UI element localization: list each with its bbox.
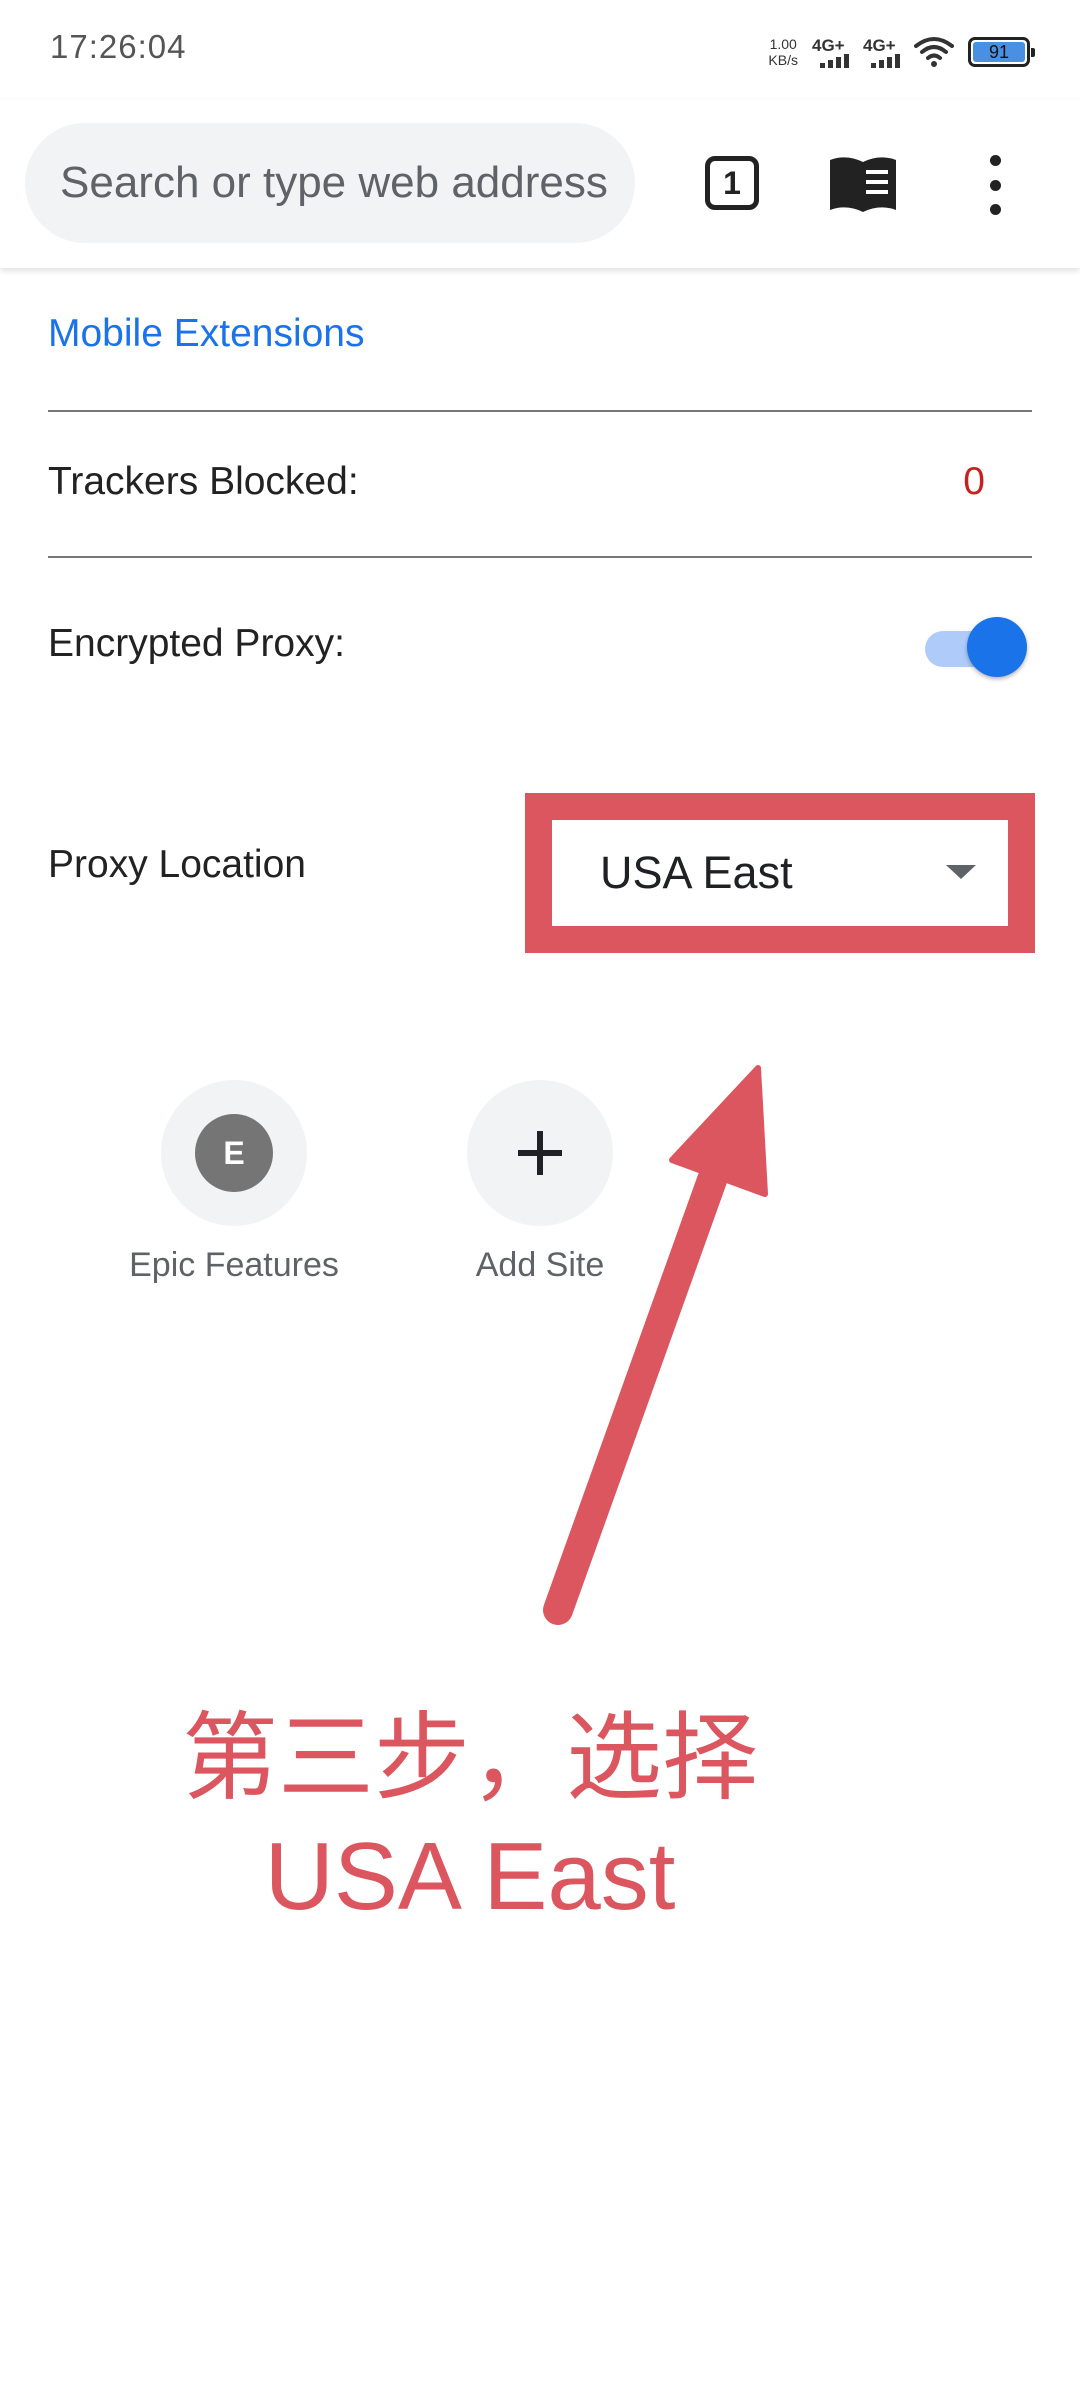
- plus-icon: [518, 1131, 562, 1175]
- status-icons: 1.00 KB/s 4G+ 4G+ 91: [768, 30, 1035, 74]
- browser-toolbar: 1: [0, 100, 1080, 268]
- more-menu-icon[interactable]: [980, 155, 1010, 215]
- annotation-line-1: 第三步，选择: [182, 1705, 758, 1812]
- shortcut-label: Add Site: [475, 1246, 605, 1284]
- wifi-icon: [914, 37, 954, 67]
- reader-mode-icon[interactable]: [828, 152, 898, 214]
- signal-label: 4G+: [812, 35, 845, 55]
- battery-level: 91: [988, 41, 1010, 62]
- letter-avatar-icon: E: [195, 1114, 273, 1192]
- network-speed: 1.00 KB/s: [768, 36, 798, 68]
- trackers-blocked-count: 0: [963, 460, 985, 503]
- address-input[interactable]: [25, 123, 635, 243]
- shortcut-epic-features[interactable]: E Epic Features: [124, 1080, 344, 1285]
- proxy-location-label: Proxy Location: [48, 843, 306, 886]
- proxy-location-select[interactable]: USA East: [552, 820, 1008, 926]
- mobile-extensions-link[interactable]: Mobile Extensions: [48, 312, 365, 356]
- network-speed-unit: KB/s: [768, 52, 798, 68]
- dropdown-arrow-icon: [946, 865, 976, 879]
- tab-count: 1: [723, 164, 741, 201]
- status-time: 17:26:04: [50, 28, 187, 65]
- address-bar[interactable]: [25, 123, 635, 243]
- signal-label: 4G+: [863, 35, 896, 55]
- shortcut-circle: E: [161, 1080, 307, 1226]
- encrypted-proxy-label: Encrypted Proxy:: [48, 622, 345, 665]
- annotation-line-2: USA East: [264, 1823, 676, 1930]
- encrypted-proxy-toggle[interactable]: [925, 615, 1027, 677]
- shortcut-add-site[interactable]: Add Site: [430, 1080, 650, 1285]
- battery-icon: 91: [968, 37, 1035, 67]
- proxy-location-value: USA East: [600, 847, 793, 898]
- signal-icon: 4G+: [812, 37, 849, 68]
- divider: [48, 410, 1032, 412]
- tab-switcher-icon[interactable]: 1: [705, 156, 759, 210]
- status-bar: 17:26:04 1.00 KB/s 4G+ 4G+ 91: [0, 0, 1080, 100]
- shortcut-label: Epic Features: [129, 1246, 339, 1284]
- annotation-text: 第三步，选择 USA East: [120, 1700, 820, 1936]
- shortcut-circle: [467, 1080, 613, 1226]
- divider: [48, 556, 1032, 558]
- trackers-blocked-label: Trackers Blocked:: [48, 460, 359, 503]
- signal-icon: 4G+: [863, 37, 900, 68]
- toggle-thumb: [967, 617, 1027, 677]
- network-speed-value: 1.00: [769, 36, 797, 52]
